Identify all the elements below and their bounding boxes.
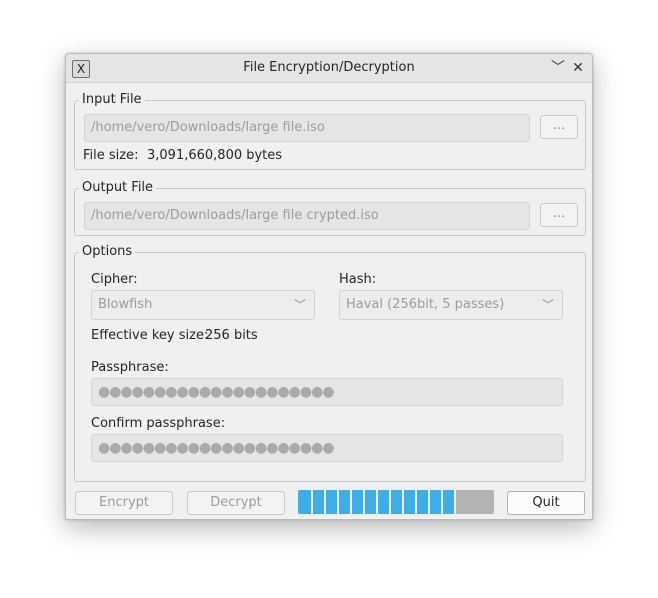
key-size-label: Effective key size: [91,328,209,343]
progress-segment-divider [311,490,313,514]
file-size-label: File size: [83,148,139,163]
window-title: File Encryption/Decryption [243,60,415,75]
cipher-select-value: Blowfish [98,297,153,312]
hash-select-value: Haval (256bit, 5 passes) [346,297,505,312]
decrypt-button[interactable]: Decrypt [187,491,285,515]
progress-segment-divider [454,490,456,514]
progress-segment-divider [402,490,404,514]
progress-segment-divider [441,490,443,514]
passphrase-field[interactable]: ●●●●●●●●●●●●●●●●●●●●● [91,378,563,406]
output-browse-button[interactable]: ... [540,203,578,227]
progress-segment-divider [324,490,326,514]
chevron-down-icon: ﹀ [293,298,306,312]
close-icon[interactable]: ✕ [569,59,587,77]
output-file-path-field[interactable]: /home/vero/Downloads/large file crypted.… [84,202,530,230]
file-size-value: 3,091,660,800 bytes [147,148,283,163]
progress-bar [298,490,494,514]
quit-button[interactable]: Quit [507,491,585,515]
chevron-down-icon: ﹀ [541,298,554,312]
confirm-passphrase-field[interactable]: ●●●●●●●●●●●●●●●●●●●●● [91,434,563,462]
progress-segment-divider [415,490,417,514]
minimize-icon[interactable]: ﹀ [549,59,567,77]
title-bar[interactable]: X File Encryption/Decryption ﹀ ✕ [66,54,592,83]
progress-segment-divider [389,490,391,514]
progress-segment-divider [337,490,339,514]
hash-label: Hash: [339,272,377,287]
progress-segment-divider [363,490,365,514]
passphrase-label: Passphrase: [91,360,169,375]
progress-segment-divider [376,490,378,514]
cipher-label: Cipher: [91,272,138,287]
hash-select[interactable]: Haval (256bit, 5 passes) ﹀ [339,290,563,320]
input-file-path-field[interactable]: /home/vero/Downloads/large file.iso [84,114,530,142]
key-size-value: 256 bits [205,328,258,343]
input-file-group-title: Input File [79,92,145,108]
encryption-dialog: X File Encryption/Decryption ﹀ ✕ Input F… [65,53,593,520]
progress-segment-divider [350,490,352,514]
input-browse-button[interactable]: ... [540,115,578,139]
cipher-select[interactable]: Blowfish ﹀ [91,290,315,320]
progress-segment-divider [428,490,430,514]
options-group-title: Options [79,244,136,260]
output-file-group-title: Output File [79,180,157,196]
encrypt-button[interactable]: Encrypt [75,491,173,515]
confirm-passphrase-label: Confirm passphrase: [91,416,226,431]
